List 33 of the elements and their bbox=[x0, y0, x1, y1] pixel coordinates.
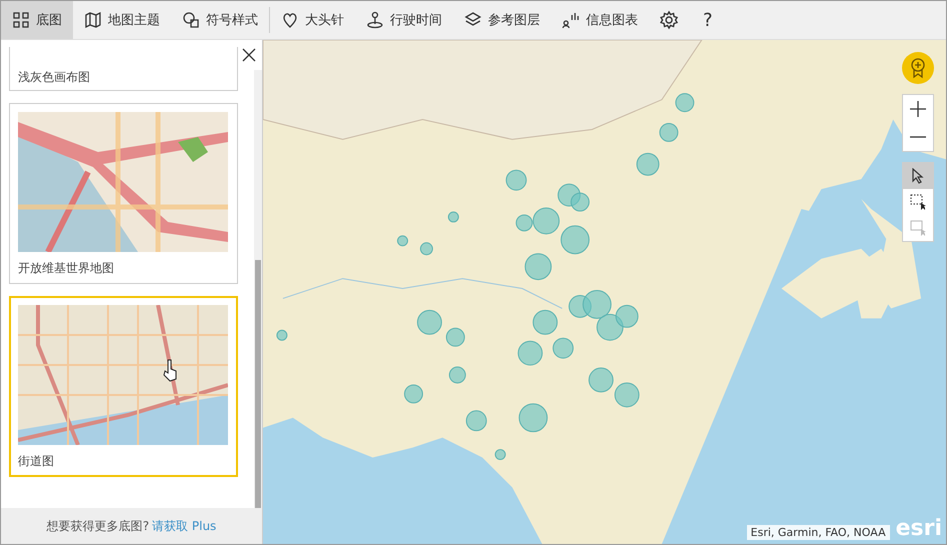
basemap-label: 开放维基世界地图 bbox=[18, 260, 115, 277]
help-button[interactable]: ? bbox=[689, 1, 727, 39]
box-select-icon bbox=[910, 194, 926, 210]
scrollbar[interactable] bbox=[254, 70, 262, 508]
basemap-label: 浅灰色画布图 bbox=[18, 69, 91, 86]
toolbar-tab[interactable]: 大头针 bbox=[270, 1, 355, 39]
select-tool-button[interactable] bbox=[903, 163, 933, 189]
person-pin-icon bbox=[366, 11, 384, 29]
shapes-icon bbox=[182, 11, 200, 29]
toolbar-tab[interactable]: 符号样式 bbox=[171, 1, 269, 39]
basemap-card[interactable]: 开放维基世界地图 bbox=[9, 103, 238, 284]
footer-text: 想要获得更多底图? bbox=[46, 518, 150, 534]
award-icon bbox=[909, 57, 927, 79]
basemap-label: 街道图 bbox=[18, 453, 55, 470]
esri-logo: esri bbox=[896, 518, 942, 540]
toolbar-tab[interactable]: 信息图表 bbox=[551, 1, 649, 39]
basemap-card[interactable]: 街道图 bbox=[9, 296, 238, 477]
toolbar-tab[interactable]: 行驶时间 bbox=[355, 1, 453, 39]
minus-icon bbox=[910, 136, 926, 138]
toolbar-tab[interactable]: 参考图层 bbox=[453, 1, 551, 39]
close-icon bbox=[242, 48, 256, 62]
basemap-card[interactable]: 浅灰色画布图 bbox=[9, 47, 238, 91]
settings-icon bbox=[659, 10, 679, 30]
cursor-icon bbox=[911, 168, 925, 184]
toolbar-tab[interactable]: 地图主题 bbox=[73, 1, 171, 39]
attribution-text: Esri, Garmin, FAO, NOAA bbox=[746, 525, 890, 540]
close-button[interactable] bbox=[240, 46, 258, 64]
toolbar-tab[interactable]: 底图 bbox=[1, 1, 73, 39]
box-select-icon bbox=[910, 220, 926, 236]
plus-icon bbox=[910, 101, 926, 117]
grid-icon bbox=[12, 11, 30, 29]
map-icon bbox=[84, 11, 102, 29]
chart-icon bbox=[562, 11, 580, 29]
